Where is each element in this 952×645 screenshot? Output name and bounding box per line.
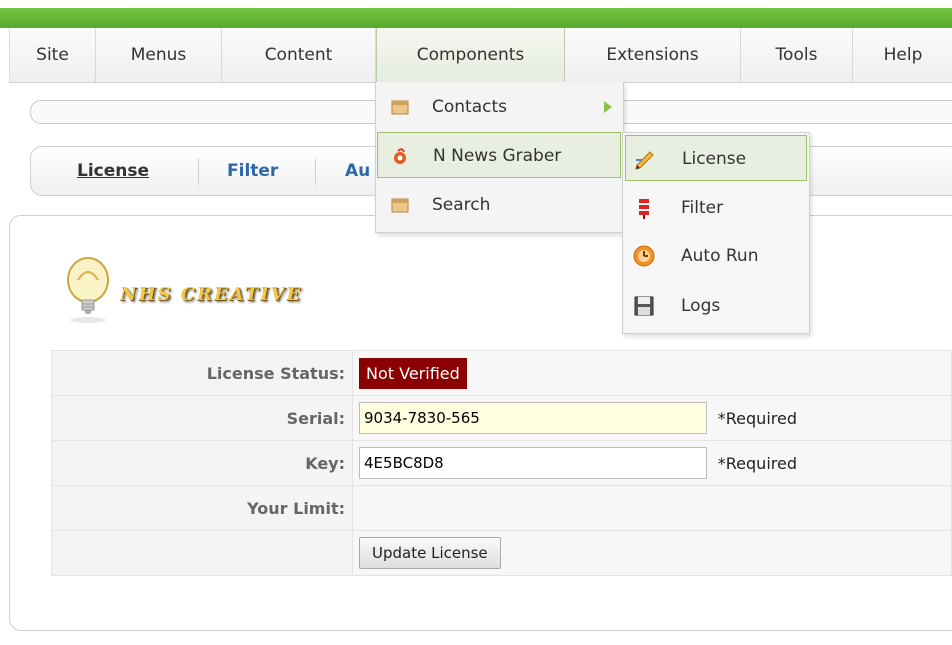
action-label-cell bbox=[51, 530, 353, 576]
newsgraber-icon bbox=[394, 148, 406, 164]
fo-item-license[interactable]: License bbox=[625, 135, 807, 181]
status-cell: Not Verified bbox=[352, 350, 952, 396]
dd-item-search[interactable]: Search bbox=[377, 182, 621, 228]
limit-row: Your Limit: bbox=[51, 485, 952, 531]
serial-row: Serial: *Required bbox=[51, 395, 952, 441]
lightbulb-logo-icon bbox=[67, 257, 109, 323]
dd-item-newsgraber[interactable]: N News Graber bbox=[377, 132, 621, 178]
fo-item-label: Filter bbox=[681, 198, 724, 218]
menu-content[interactable]: Content bbox=[222, 28, 376, 82]
filter-icon bbox=[639, 199, 649, 219]
components-dropdown: Contacts N News Graber Search bbox=[375, 82, 624, 233]
chevron-right-icon bbox=[604, 101, 612, 113]
menu-extensions[interactable]: Extensions bbox=[565, 28, 741, 82]
update-license-button[interactable]: Update License bbox=[359, 537, 501, 569]
fo-item-label: Logs bbox=[681, 296, 721, 316]
tab-filter[interactable]: Filter bbox=[227, 147, 278, 195]
action-cell: Update License bbox=[352, 530, 952, 576]
dd-item-label: N News Graber bbox=[433, 146, 562, 166]
newsgraber-flyout: License Filter Auto Run Logs bbox=[622, 132, 810, 334]
folder-icon bbox=[391, 198, 409, 213]
serial-required-note: *Required bbox=[717, 408, 797, 428]
fo-item-filter[interactable]: Filter bbox=[625, 185, 807, 231]
dd-item-label: Search bbox=[432, 195, 491, 215]
menu-components[interactable]: Components bbox=[376, 28, 565, 82]
status-badge: Not Verified bbox=[359, 357, 467, 389]
menu-tools[interactable]: Tools bbox=[741, 28, 853, 82]
fo-item-label: License bbox=[682, 149, 747, 169]
serial-input[interactable] bbox=[359, 402, 707, 434]
key-required-note: *Required bbox=[717, 453, 797, 473]
fo-item-label: Auto Run bbox=[681, 246, 759, 266]
fo-item-autorun[interactable]: Auto Run bbox=[625, 233, 807, 279]
menu-help[interactable]: Help bbox=[853, 28, 952, 82]
status-label: License Status: bbox=[51, 350, 353, 396]
top-strip bbox=[0, 0, 952, 8]
dd-item-label: Contacts bbox=[432, 97, 507, 117]
menu-site[interactable]: Site bbox=[10, 28, 96, 82]
pencil-icon bbox=[635, 151, 654, 170]
floppy-disk-icon bbox=[634, 296, 654, 316]
submenu-divider bbox=[198, 159, 199, 185]
status-row: License Status: Not Verified bbox=[51, 350, 952, 396]
key-input[interactable] bbox=[359, 447, 707, 479]
serial-cell: *Required bbox=[352, 395, 952, 441]
dd-item-contacts[interactable]: Contacts bbox=[377, 84, 621, 130]
fo-item-logs[interactable]: Logs bbox=[625, 283, 807, 329]
submenu-divider bbox=[315, 159, 316, 185]
main-menu-bar: Site Menus Content Components Extensions… bbox=[9, 28, 952, 83]
tab-license[interactable]: License bbox=[77, 147, 149, 195]
brand-logo-text: NHS CREATIVE bbox=[120, 284, 303, 305]
action-row: Update License bbox=[51, 530, 952, 576]
key-label: Key: bbox=[51, 440, 353, 486]
folder-icon bbox=[391, 100, 409, 115]
serial-label: Serial: bbox=[51, 395, 353, 441]
limit-value bbox=[352, 485, 952, 531]
tab-autorun[interactable]: Au bbox=[345, 147, 370, 195]
menu-menus[interactable]: Menus bbox=[96, 28, 222, 82]
key-cell: *Required bbox=[352, 440, 952, 486]
header-green-bar bbox=[0, 8, 952, 28]
clock-icon bbox=[633, 245, 655, 267]
license-form: License Status: Not Verified Serial: *Re… bbox=[51, 350, 952, 576]
limit-label: Your Limit: bbox=[51, 485, 353, 531]
key-row: Key: *Required bbox=[51, 440, 952, 486]
